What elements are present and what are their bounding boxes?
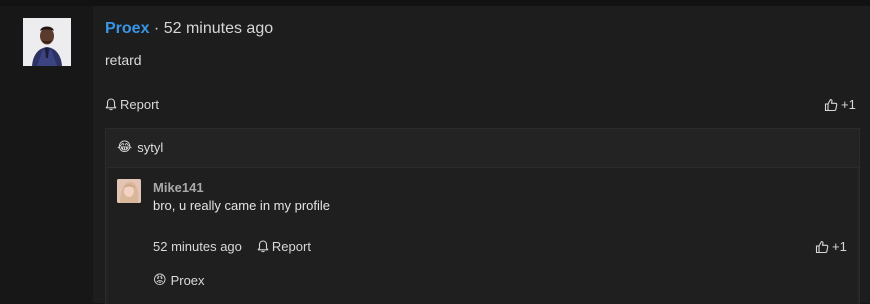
- author-avatar[interactable]: [23, 18, 71, 66]
- reply-report-label: Report: [271, 239, 311, 254]
- reply-item: Mike141 bro, u really came in my profile…: [108, 168, 857, 304]
- comment-header: Proex · 52 minutes ago: [105, 20, 273, 38]
- upvote-button[interactable]: +1: [824, 97, 856, 112]
- comment-timestamp: 52 minutes ago: [163, 20, 274, 37]
- reaction-user: sytyl: [137, 139, 164, 155]
- bell-icon: [105, 98, 117, 111]
- report-label: Report: [120, 97, 160, 112]
- thumbs-up-icon: [815, 240, 829, 254]
- reply-body: bro, u really came in my profile: [153, 198, 331, 213]
- reply-actions: 52 minutes ago Report: [153, 239, 311, 254]
- upvote-count: +1: [841, 97, 856, 112]
- angry-emoji-icon: 😡: [153, 272, 167, 287]
- thumbs-up-icon: [824, 98, 838, 112]
- reply-reaction[interactable]: 😡 Proex: [153, 272, 205, 288]
- replies-section: 😂 sytyl Mike141 bro, u really came in my…: [105, 128, 860, 304]
- reply-report-button[interactable]: Report: [257, 239, 311, 254]
- header-separator: ·: [153, 20, 160, 37]
- reply-timestamp: 52 minutes ago: [153, 239, 242, 254]
- comment-body: retard: [105, 52, 142, 68]
- reply-upvote-button[interactable]: +1: [815, 239, 847, 254]
- report-button[interactable]: Report: [105, 97, 159, 112]
- reply-avatar[interactable]: [117, 179, 141, 203]
- reply-author[interactable]: Mike141: [153, 180, 204, 195]
- avatar-image: [23, 18, 71, 66]
- comment-reaction[interactable]: 😂 sytyl: [117, 139, 163, 155]
- bell-icon: [257, 240, 269, 253]
- reply-reaction-user: Proex: [170, 272, 205, 288]
- comment-author-link[interactable]: Proex: [105, 20, 149, 37]
- reply-upvote-count: +1: [832, 239, 847, 254]
- reply-avatar-image: [117, 179, 141, 203]
- laughing-emoji-icon: 😂: [117, 139, 133, 154]
